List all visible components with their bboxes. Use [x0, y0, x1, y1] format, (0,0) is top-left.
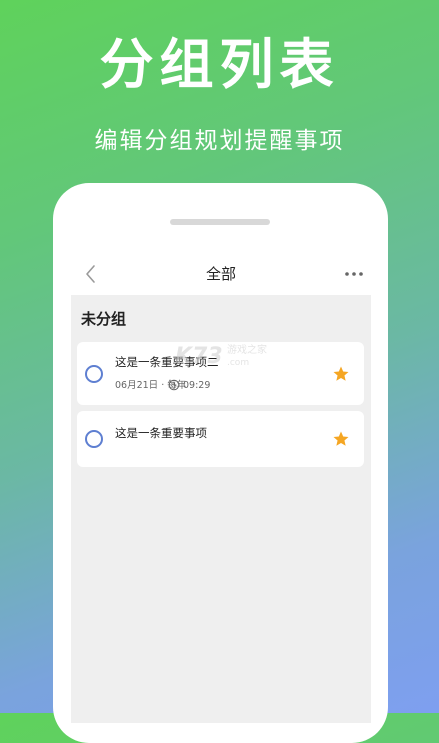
hero-title: 分组列表	[99, 33, 340, 96]
clock-icon	[168, 379, 180, 391]
more-horizontal-icon	[345, 272, 363, 276]
phone-speaker	[170, 219, 270, 225]
watermark: K73 游戏之家 .com	[175, 343, 295, 373]
app-screen: 全部 未分组 这是一条重要事项二 06月21日 · 每年 09:29 这是一条重…	[71, 253, 371, 723]
watermark-text: 游戏之家	[227, 345, 267, 356]
todo-time: 09:29	[183, 380, 211, 391]
group-title: 未分组	[81, 310, 127, 328]
todo-item[interactable]: 这是一条重要事项	[77, 411, 364, 467]
nav-title: 全部	[205, 265, 236, 283]
more-button[interactable]	[343, 265, 365, 283]
watermark-logo: K73	[175, 344, 223, 369]
todo-checkbox[interactable]	[85, 365, 103, 383]
todo-checkbox[interactable]	[85, 430, 103, 448]
nav-bar: 全部	[71, 253, 371, 295]
todo-title: 这是一条重要事项	[115, 426, 207, 440]
watermark-url: .com	[227, 358, 250, 368]
star-icon[interactable]	[332, 365, 350, 383]
star-icon[interactable]	[332, 430, 350, 448]
hero-subtitle: 编辑分组规划提醒事项	[94, 128, 345, 154]
phone-mockup: 全部 未分组 这是一条重要事项二 06月21日 · 每年 09:29 这是一条重…	[53, 183, 388, 743]
